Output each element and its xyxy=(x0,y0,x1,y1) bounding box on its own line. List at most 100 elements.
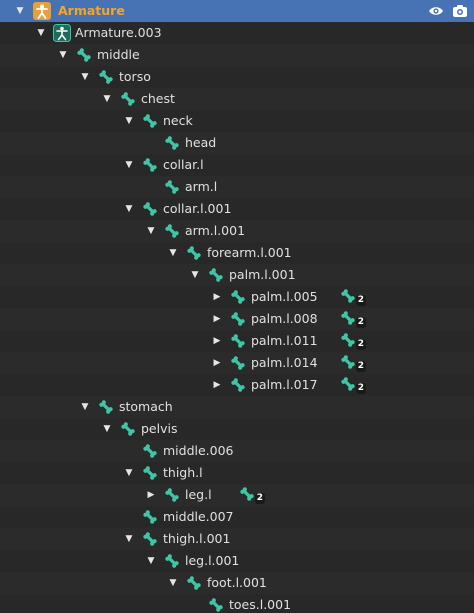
child-bones-badge[interactable]: 2 xyxy=(340,376,366,394)
outliner-row[interactable]: arm.l xyxy=(0,176,474,198)
bone-icon xyxy=(163,222,181,240)
outliner-row[interactable]: ▼ pelvis xyxy=(0,418,474,440)
row-label: collar.l xyxy=(163,157,204,172)
outliner-row[interactable]: ▶ palm.l.008 2 xyxy=(0,308,474,330)
collapse-toggle[interactable]: ▼ xyxy=(145,550,157,572)
collapse-toggle[interactable]: ▼ xyxy=(123,462,135,484)
expand-toggle[interactable]: ▶ xyxy=(211,374,223,396)
outliner-row[interactable]: ▼ thigh.l.001 xyxy=(0,528,474,550)
expand-toggle[interactable]: ▼ xyxy=(14,0,26,22)
expand-toggle[interactable]: ▶ xyxy=(211,352,223,374)
row-label: leg.l xyxy=(185,487,212,502)
outliner-row[interactable]: ▼ collar.l xyxy=(0,154,474,176)
bone-icon xyxy=(141,442,159,460)
bone-icon xyxy=(163,134,181,152)
bone-icon xyxy=(229,310,247,328)
outliner-row[interactable]: ▶ palm.l.011 2 xyxy=(0,330,474,352)
collapse-toggle[interactable]: ▼ xyxy=(189,264,201,286)
expand-toggle[interactable]: ▶ xyxy=(211,286,223,308)
bone-icon xyxy=(141,530,159,548)
row-label: palm.l.011 xyxy=(251,333,318,348)
camera-icon[interactable] xyxy=(452,3,468,19)
collapse-toggle[interactable]: ▼ xyxy=(145,220,157,242)
child-bones-badge[interactable]: 2 xyxy=(340,354,366,372)
child-bones-badge[interactable]: 2 xyxy=(239,486,265,504)
bone-icon xyxy=(75,46,93,64)
armature-object-icon xyxy=(33,2,51,20)
collapse-toggle[interactable]: ▼ xyxy=(123,528,135,550)
collapse-toggle[interactable]: ▼ xyxy=(57,44,69,66)
collapse-toggle[interactable]: ▼ xyxy=(101,418,113,440)
bone-icon xyxy=(97,398,115,416)
row-label: palm.l.014 xyxy=(251,355,318,370)
expand-toggle[interactable]: ▶ xyxy=(145,484,157,506)
bone-icon xyxy=(207,596,225,613)
armature-object-label: Armature xyxy=(58,3,125,18)
outliner-row[interactable]: ▼ arm.l.001 xyxy=(0,220,474,242)
expand-toggle[interactable]: ▶ xyxy=(211,330,223,352)
child-bones-badge[interactable]: 2 xyxy=(340,332,366,350)
row-label: palm.l.008 xyxy=(251,311,318,326)
outliner-row[interactable]: ▼ thigh.l xyxy=(0,462,474,484)
outliner-row[interactable]: ▶ palm.l.005 2 xyxy=(0,286,474,308)
expand-toggle[interactable]: ▶ xyxy=(211,308,223,330)
outliner-row[interactable]: ▼ forearm.l.001 xyxy=(0,242,474,264)
bone-icon xyxy=(163,178,181,196)
collapse-toggle[interactable]: ▼ xyxy=(79,396,91,418)
outliner-row[interactable]: ▼ stomach xyxy=(0,396,474,418)
collapse-toggle[interactable]: ▼ xyxy=(35,22,47,44)
outliner-row[interactable]: middle.006 xyxy=(0,440,474,462)
collapse-toggle[interactable]: ▼ xyxy=(167,572,179,594)
outliner-row[interactable]: middle.007 xyxy=(0,506,474,528)
badge-count: 2 xyxy=(355,317,366,328)
outliner-row[interactable]: ▼ palm.l.001 xyxy=(0,264,474,286)
outliner-row[interactable]: ▼ chest xyxy=(0,88,474,110)
bone-icon xyxy=(185,574,203,592)
bone-icon xyxy=(141,156,159,174)
bone-icon xyxy=(185,244,203,262)
collapse-toggle[interactable]: ▼ xyxy=(123,154,135,176)
bone-icon xyxy=(141,112,159,130)
outliner-row[interactable]: ▼ neck xyxy=(0,110,474,132)
outliner-row[interactable]: ▼ leg.l.001 xyxy=(0,550,474,572)
outliner-row[interactable]: head xyxy=(0,132,474,154)
bone-icon xyxy=(119,90,137,108)
visibility-controls xyxy=(428,0,468,22)
row-label: middle.007 xyxy=(163,509,234,524)
outliner-row[interactable]: ▼ middle xyxy=(0,44,474,66)
armature-data-icon xyxy=(53,24,71,42)
row-label: forearm.l.001 xyxy=(207,245,292,260)
outliner-row[interactable]: ▼ collar.l.001 xyxy=(0,198,474,220)
badge-count: 2 xyxy=(355,383,366,394)
outliner-row[interactable]: ▼ foot.l.001 xyxy=(0,572,474,594)
eye-icon[interactable] xyxy=(428,3,444,19)
row-label: arm.l xyxy=(185,179,218,194)
bone-icon xyxy=(229,288,247,306)
badge-count: 2 xyxy=(355,295,366,306)
outliner-row[interactable]: ▼ Armature.003 xyxy=(0,22,474,44)
collapse-toggle[interactable]: ▼ xyxy=(101,88,113,110)
outliner-row-armature-object[interactable]: ▼ Armature xyxy=(0,0,474,22)
row-label: middle.006 xyxy=(163,443,234,458)
outliner-row[interactable]: ▼ torso xyxy=(0,66,474,88)
collapse-toggle[interactable]: ▼ xyxy=(123,198,135,220)
bone-icon xyxy=(119,420,137,438)
row-label: arm.l.001 xyxy=(185,223,246,238)
collapse-toggle[interactable]: ▼ xyxy=(123,110,135,132)
collapse-toggle[interactable]: ▼ xyxy=(79,66,91,88)
outliner-row[interactable]: toes.l.001 xyxy=(0,594,474,613)
bone-icon xyxy=(141,200,159,218)
row-label: middle xyxy=(97,47,140,62)
child-bones-badge[interactable]: 2 xyxy=(340,310,366,328)
bone-icon xyxy=(207,266,225,284)
badge-count: 2 xyxy=(254,493,265,504)
row-label: leg.l.001 xyxy=(185,553,240,568)
outliner-row[interactable]: ▶ palm.l.017 2 xyxy=(0,374,474,396)
child-bones-badge[interactable]: 2 xyxy=(340,288,366,306)
outliner-row[interactable]: ▶ palm.l.014 2 xyxy=(0,352,474,374)
row-label: palm.l.001 xyxy=(229,267,296,282)
outliner-row[interactable]: ▶ leg.l 2 xyxy=(0,484,474,506)
collapse-toggle[interactable]: ▼ xyxy=(167,242,179,264)
row-label: chest xyxy=(141,91,175,106)
row-label: Armature.003 xyxy=(75,25,162,40)
